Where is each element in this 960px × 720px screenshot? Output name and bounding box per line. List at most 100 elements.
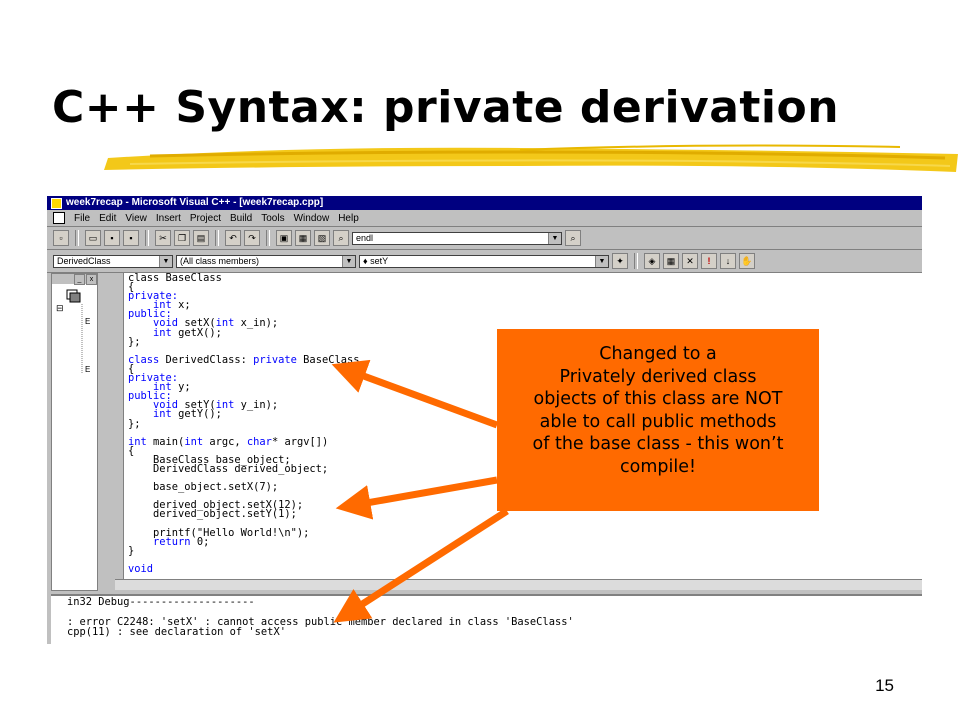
redo-icon[interactable]: ↷	[244, 230, 260, 246]
function-combo[interactable]: ♦ setY ▼	[359, 254, 609, 268]
code-text: x_in);	[234, 317, 279, 330]
code-text: x;	[171, 299, 191, 312]
menu-help[interactable]: Help	[338, 213, 359, 224]
code-text: base_object.setX(7);	[128, 481, 279, 494]
explanation-callout: Changed to a Privately derived class obj…	[497, 329, 819, 511]
code-text: argc,	[203, 435, 247, 448]
app-icon	[51, 197, 62, 209]
menu-tools[interactable]: Tools	[261, 213, 284, 224]
window-title: week7recap - Microsoft Visual C++ - [wee…	[66, 197, 324, 208]
members-combo-value: (All class members)	[180, 256, 260, 266]
menu-project[interactable]: Project	[190, 213, 221, 224]
code-line[interactable]: int getY();	[128, 408, 222, 420]
workspace-pane[interactable]: _ x ⊟ E E	[51, 273, 98, 591]
output-pane[interactable]: in32 Debug-------------------- : error C…	[51, 594, 922, 644]
toolbar-separator	[215, 230, 219, 246]
find-combo[interactable]: endl ▼	[352, 231, 562, 245]
save-all-icon[interactable]: ▪	[123, 230, 139, 246]
breakpoint-icon[interactable]: ✋	[739, 253, 755, 269]
class-combo-value: DerivedClass	[57, 256, 111, 266]
code-line[interactable]: derived_object.setY(1);	[128, 508, 297, 520]
code-text: DerivedClass derived_object;	[128, 462, 329, 475]
chevron-down-icon[interactable]: ▼	[342, 255, 355, 267]
paste-icon[interactable]: ▤	[193, 230, 209, 246]
code-line[interactable]: return 0;	[128, 536, 209, 548]
window-list-icon[interactable]: ▧	[314, 230, 330, 246]
compile-icon[interactable]: ◈	[644, 253, 660, 269]
code-text: 0;	[190, 535, 210, 548]
toolbar-separator	[266, 230, 270, 246]
cut-icon[interactable]: ✂	[155, 230, 171, 246]
new-file-icon[interactable]: ▫	[53, 230, 69, 246]
function-combo-text: setY	[370, 256, 389, 266]
find-combo-value: endl	[356, 233, 374, 243]
code-text: class BaseClass	[128, 272, 222, 284]
menu-edit[interactable]: Edit	[99, 213, 116, 224]
members-combo[interactable]: (All class members) ▼	[176, 254, 356, 268]
wizardbar-toolbar: DerivedClass ▼ (All class members) ▼ ♦ s…	[47, 250, 922, 273]
code-line[interactable]: };	[128, 418, 141, 430]
svg-text:E: E	[85, 365, 90, 374]
menu-view[interactable]: View	[125, 213, 147, 224]
code-line[interactable]: }	[128, 545, 134, 557]
svg-text:E: E	[85, 317, 90, 326]
callout-line: Privately derived class	[559, 366, 757, 387]
code-text: }	[128, 544, 135, 557]
code-text: y_in);	[234, 399, 279, 412]
code-keyword: int	[153, 408, 172, 421]
code-line[interactable]: base_object.setX(7);	[128, 481, 278, 493]
code-text: main(	[146, 435, 185, 448]
callout-line: objects of this class are NOT	[533, 389, 783, 409]
callout-line: able to call public methods	[539, 411, 777, 432]
code-text: * argv[])	[271, 435, 329, 448]
code-text: DerivedClass:	[159, 353, 254, 366]
open-folder-icon[interactable]: ▭	[85, 230, 101, 246]
menu-window[interactable]: Window	[294, 213, 330, 224]
menu-insert[interactable]: Insert	[156, 213, 181, 224]
code-text: };	[128, 335, 141, 348]
code-line[interactable]: };	[128, 336, 141, 348]
code-keyword: return	[153, 535, 191, 548]
execute-icon[interactable]: !	[701, 253, 717, 269]
code-line[interactable]: void	[128, 563, 153, 575]
code-line[interactable]: int main(int argc, char* argv[])	[128, 436, 328, 448]
build-icon[interactable]: ▦	[663, 253, 679, 269]
find-in-files-icon[interactable]: ⌕	[333, 230, 349, 246]
code-line[interactable]: int getX();	[128, 327, 222, 339]
code-line[interactable]: class BaseClass	[128, 272, 222, 284]
class-combo[interactable]: DerivedClass ▼	[53, 254, 173, 268]
code-keyword: private	[253, 353, 297, 366]
window-titlebar[interactable]: week7recap - Microsoft Visual C++ - [wee…	[47, 196, 922, 210]
chevron-down-icon[interactable]: ▼	[548, 232, 561, 244]
find-icon[interactable]: ⌕	[565, 230, 581, 246]
code-line[interactable]: class DerivedClass: private BaseClass	[128, 354, 359, 366]
callout-line: of the base class - this won’t	[532, 434, 784, 454]
horizontal-scrollbar[interactable]	[115, 579, 922, 590]
workspace-icon[interactable]: ▣	[276, 230, 292, 246]
standard-toolbar: ▫ ▭ ▪ ▪ ✂ ❐ ▤ ↶ ↷ ▣ ▦ ▧ ⌕ endl ▼ ⌕	[47, 227, 922, 250]
workspace-header: _ x	[52, 274, 97, 285]
copy-icon[interactable]: ❐	[174, 230, 190, 246]
code-text: getY();	[171, 408, 222, 421]
output-window-icon[interactable]: ▦	[295, 230, 311, 246]
output-line: cpp(11) : see declaration of 'setX'	[67, 626, 286, 638]
wizard-action-icon[interactable]: ✦	[612, 253, 628, 269]
code-keyword: int	[184, 435, 204, 448]
go-icon[interactable]: ↓	[720, 253, 736, 269]
chevron-down-icon[interactable]: ▼	[595, 255, 608, 267]
slide-title: C++ Syntax: private derivation	[52, 82, 840, 133]
menu-file[interactable]: File	[74, 213, 90, 224]
page-number: 15	[875, 676, 894, 695]
menu-build[interactable]: Build	[230, 213, 252, 224]
class-tree-icon: ⊟ E E	[56, 289, 90, 374]
code-text: y;	[171, 381, 191, 394]
code-text: derived_object.setY(1);	[128, 508, 297, 521]
save-icon[interactable]: ▪	[104, 230, 120, 246]
output-line: in32 Debug--------------------	[67, 596, 255, 608]
chevron-down-icon[interactable]: ▼	[159, 255, 172, 267]
toolbar-separator	[145, 230, 149, 246]
code-line[interactable]: DerivedClass derived_object;	[128, 463, 328, 475]
stop-build-icon[interactable]: ✕	[682, 253, 698, 269]
document-icon[interactable]	[53, 212, 65, 224]
undo-icon[interactable]: ↶	[225, 230, 241, 246]
